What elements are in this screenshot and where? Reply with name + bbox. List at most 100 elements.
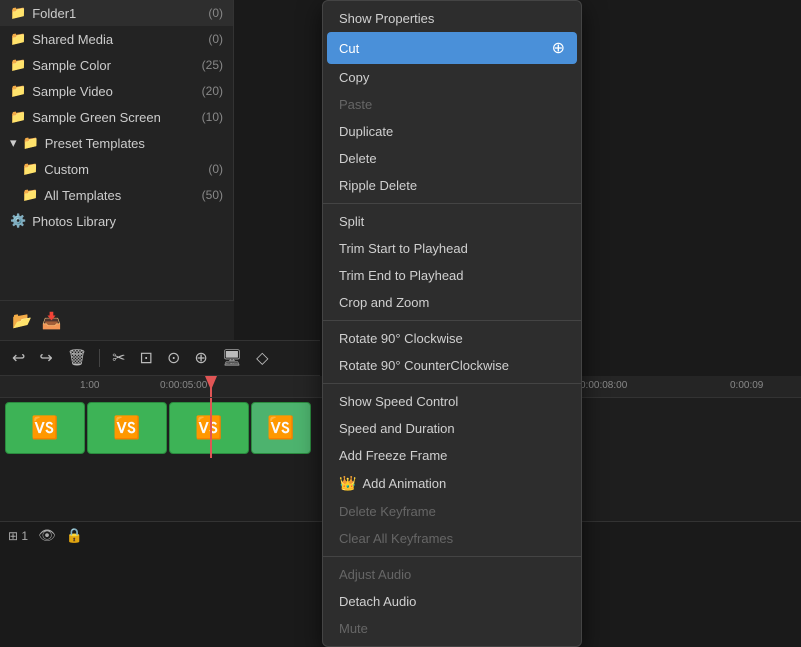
menu-item-label: Trim Start to Playhead bbox=[339, 241, 468, 256]
menu-divider-4 bbox=[323, 556, 581, 557]
layer-count: ⊞ 1 bbox=[8, 529, 28, 543]
sidebar-item-green-screen[interactable]: 📁 Sample Green Screen (10) bbox=[0, 104, 233, 130]
menu-item-duplicate[interactable]: Duplicate bbox=[323, 118, 581, 145]
sidebar-item-shared-media[interactable]: 📁 Shared Media (0) bbox=[0, 26, 233, 52]
menu-item-delete-keyframe: Delete Keyframe bbox=[323, 498, 581, 525]
sidebar-item-count: (50) bbox=[202, 188, 223, 202]
folder-icon: 📁 bbox=[10, 31, 26, 47]
menu-item-freeze-frame[interactable]: Add Freeze Frame bbox=[323, 442, 581, 469]
menu-item-trim-end[interactable]: Trim End to Playhead bbox=[323, 262, 581, 289]
clip-2[interactable]: 🆚 bbox=[87, 402, 167, 454]
crop-button[interactable]: ⊡ bbox=[136, 346, 157, 370]
menu-item-ripple-delete[interactable]: Ripple Delete bbox=[323, 172, 581, 199]
menu-item-label: Delete Keyframe bbox=[339, 504, 436, 519]
menu-item-detach-audio[interactable]: Detach Audio bbox=[323, 588, 581, 615]
menu-item-add-animation[interactable]: 👑 Add Animation bbox=[323, 469, 581, 498]
menu-divider-3 bbox=[323, 383, 581, 384]
menu-item-label: Cut bbox=[339, 41, 359, 56]
sidebar-item-custom[interactable]: 📁 Custom (0) bbox=[0, 156, 233, 182]
ruler-mark-2: 0:00:05:00 bbox=[160, 380, 207, 391]
menu-item-cut[interactable]: Cut ⊕ bbox=[327, 32, 577, 64]
menu-item-rotate-cw[interactable]: Rotate 90° Clockwise bbox=[323, 325, 581, 352]
diamond-button[interactable]: ◇ bbox=[252, 346, 272, 370]
menu-item-label: Show Speed Control bbox=[339, 394, 458, 409]
sidebar-bottom-toolbar: 📂 📥 bbox=[0, 300, 234, 340]
sidebar-item-label: Sample Video bbox=[32, 84, 113, 99]
clip-1[interactable]: 🆚 bbox=[5, 402, 85, 454]
menu-item-label: Ripple Delete bbox=[339, 178, 417, 193]
toolbar-separator bbox=[99, 349, 100, 367]
sidebar-item-count: (0) bbox=[208, 32, 223, 46]
folder-icon: 📁 bbox=[10, 83, 26, 99]
sidebar-item-count: (10) bbox=[202, 110, 223, 124]
menu-item-rotate-ccw[interactable]: Rotate 90° CounterClockwise bbox=[323, 352, 581, 379]
menu-item-paste: Paste bbox=[323, 91, 581, 118]
menu-item-split[interactable]: Split bbox=[323, 208, 581, 235]
cut-button[interactable]: ✂ bbox=[108, 346, 129, 370]
sidebar-item-label: Photos Library bbox=[32, 214, 116, 229]
menu-item-label: Crop and Zoom bbox=[339, 295, 429, 310]
sidebar-item-label: Custom bbox=[44, 162, 89, 177]
eye-icon[interactable]: 👁 bbox=[38, 527, 56, 544]
sidebar-item-count: (0) bbox=[208, 6, 223, 20]
sidebar-item-count: (20) bbox=[202, 84, 223, 98]
folder-icon: 📁 bbox=[22, 161, 38, 177]
ruler-mark-4: 0:00:09 bbox=[730, 380, 763, 391]
clip-thumbnail-1: 🆚 bbox=[31, 415, 58, 441]
menu-item-label: Clear All Keyframes bbox=[339, 531, 453, 546]
menu-item-adjust-audio: Adjust Audio bbox=[323, 561, 581, 588]
new-folder-button[interactable]: 📂 bbox=[12, 311, 32, 331]
sidebar-item-photos-library[interactable]: ⚙️ Photos Library bbox=[0, 208, 233, 234]
clip-thumbnail-3: 🆚 bbox=[195, 415, 222, 441]
menu-item-mute: Mute bbox=[323, 615, 581, 642]
sidebar-item-label: All Templates bbox=[44, 188, 121, 203]
lock-icon[interactable]: 🔒 bbox=[66, 527, 83, 544]
menu-item-label: Duplicate bbox=[339, 124, 393, 139]
menu-item-delete[interactable]: Delete bbox=[323, 145, 581, 172]
clip-3[interactable]: 🆚 bbox=[169, 402, 249, 454]
screen-button[interactable]: 🖥 bbox=[218, 346, 246, 370]
gear-icon: ⚙️ bbox=[10, 213, 26, 229]
folder-icon: 📁 bbox=[10, 5, 26, 21]
sidebar-item-count: (0) bbox=[208, 162, 223, 176]
ruler-mark-3: 0:00:08:00 bbox=[580, 380, 627, 391]
menu-item-copy[interactable]: Copy bbox=[323, 64, 581, 91]
sidebar-item-all-templates[interactable]: 📁 All Templates (50) bbox=[0, 182, 233, 208]
menu-item-label: Rotate 90° CounterClockwise bbox=[339, 358, 509, 373]
menu-divider bbox=[323, 203, 581, 204]
menu-item-trim-start[interactable]: Trim Start to Playhead bbox=[323, 235, 581, 262]
folder-icon: 📁 bbox=[10, 109, 26, 125]
sidebar-item-label: Folder1 bbox=[32, 6, 76, 21]
sidebar-item-label: Preset Templates bbox=[45, 136, 145, 151]
sidebar-item-label: Sample Color bbox=[32, 58, 111, 73]
undo-button[interactable]: ↩ bbox=[8, 346, 29, 370]
redo-button[interactable]: ↪ bbox=[35, 346, 56, 370]
menu-item-label: Delete bbox=[339, 151, 377, 166]
chevron-down-icon: ▾ bbox=[10, 135, 17, 151]
sidebar-item-label: Sample Green Screen bbox=[32, 110, 161, 125]
sidebar-item-preset-templates[interactable]: ▾ 📁 Preset Templates bbox=[0, 130, 233, 156]
menu-item-show-properties[interactable]: Show Properties bbox=[323, 5, 581, 32]
menu-item-crop-zoom[interactable]: Crop and Zoom bbox=[323, 289, 581, 316]
sidebar: 📁 Folder1 (0) 📁 Shared Media (0) 📁 Sampl… bbox=[0, 0, 234, 340]
menu-item-label: Copy bbox=[339, 70, 369, 85]
sidebar-item-folder1[interactable]: 📁 Folder1 (0) bbox=[0, 0, 233, 26]
clip-thumbnail-2: 🆚 bbox=[113, 415, 140, 441]
context-menu: Show Properties Cut ⊕ Copy Paste Duplica… bbox=[322, 0, 582, 647]
menu-item-speed-duration[interactable]: Speed and Duration bbox=[323, 415, 581, 442]
ruler-mark-1: 1:00 bbox=[80, 380, 99, 391]
menu-item-speed-control[interactable]: Show Speed Control bbox=[323, 388, 581, 415]
sidebar-item-sample-video[interactable]: 📁 Sample Video (20) bbox=[0, 78, 233, 104]
cursor-icon: ⊕ bbox=[552, 38, 565, 58]
menu-item-label: Trim End to Playhead bbox=[339, 268, 464, 283]
playhead-ruler bbox=[210, 376, 212, 397]
menu-item-label: Show Properties bbox=[339, 11, 434, 26]
track-clips: 🆚 🆚 🆚 🆚 bbox=[5, 402, 313, 454]
sidebar-item-sample-color[interactable]: 📁 Sample Color (25) bbox=[0, 52, 233, 78]
rotate-button[interactable]: ⊙ bbox=[163, 346, 184, 370]
menu-item-label: Paste bbox=[339, 97, 372, 112]
clip-4[interactable]: 🆚 bbox=[251, 402, 311, 454]
import-button[interactable]: 📥 bbox=[42, 311, 62, 331]
transform-button[interactable]: ⊕ bbox=[190, 346, 211, 370]
delete-button[interactable]: 🗑 bbox=[63, 346, 91, 370]
